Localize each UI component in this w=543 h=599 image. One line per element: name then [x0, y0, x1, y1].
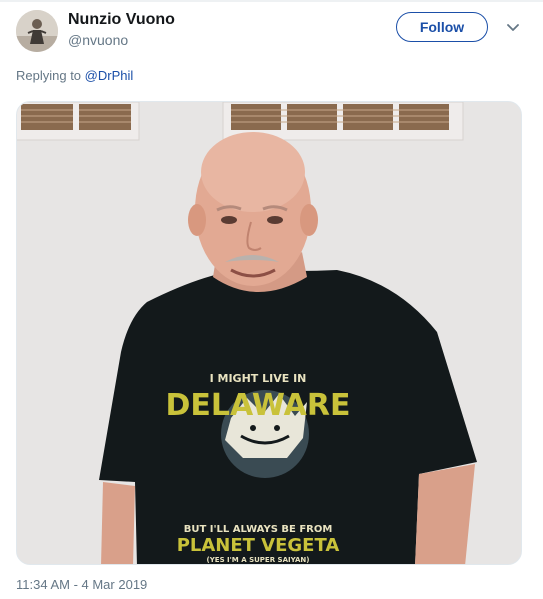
shirt-text-line1: I MIGHT LIVE IN	[210, 372, 307, 385]
author-name[interactable]: Nunzio Vuono	[68, 11, 175, 29]
tweet-header: Nunzio Vuono @nvuono Follow	[16, 10, 527, 54]
shirt-text-line2: DELAWARE	[166, 388, 351, 423]
replying-prefix: Replying to	[16, 68, 82, 83]
shirt-text-line4: PLANET VEGETA	[177, 535, 340, 556]
shirt-text-line3: BUT I'LL ALWAYS BE FROM	[184, 524, 333, 535]
avatar[interactable]	[16, 10, 58, 52]
wall-vent-left	[17, 102, 140, 141]
replying-to: Replying to @DrPhil	[16, 68, 133, 83]
photo-image: I MIGHT LIVE IN DELAWARE BUT I'LL ALWAYS…	[17, 102, 521, 564]
shirt-text-line5: (YES I'M A SUPER SAIYAN)	[207, 556, 310, 564]
top-divider	[0, 0, 543, 2]
follow-button[interactable]: Follow	[396, 12, 488, 42]
tweet-photo[interactable]: I MIGHT LIVE IN DELAWARE BUT I'LL ALWAYS…	[16, 101, 522, 565]
chevron-down-icon[interactable]	[505, 19, 521, 35]
replying-to-link[interactable]: @DrPhil	[85, 68, 134, 83]
author-handle[interactable]: @nvuono	[68, 32, 128, 48]
tweet-timestamp[interactable]: 11:34 AM - 4 Mar 2019	[16, 577, 147, 592]
